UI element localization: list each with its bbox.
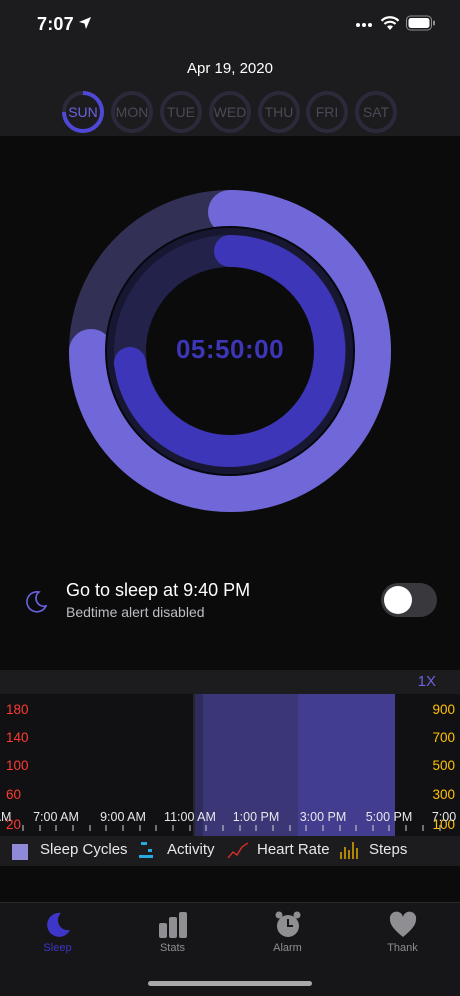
bedtime-subtitle: Bedtime alert disabled (66, 604, 205, 620)
steps-swatch-icon (340, 842, 358, 859)
battery-icon (406, 15, 435, 31)
bar-chart-icon (158, 912, 187, 938)
left-axis-tick: 140 (6, 730, 29, 745)
chart-legend: Sleep Cycles Activity Heart Rate Steps (0, 836, 460, 866)
tab-label: Sleep (43, 942, 72, 954)
day-wed[interactable]: WED (209, 91, 251, 133)
x-axis-tick: 9:00 AM (100, 810, 146, 824)
moon-icon (26, 590, 48, 613)
cellular-signal-icon (356, 23, 372, 27)
sleep-cycles-swatch-icon (12, 844, 28, 860)
day-selector-panel: Apr 19, 2020 SUN MON TUE WED THU FRI SAT (0, 52, 460, 136)
alarm-clock-icon (275, 911, 300, 937)
right-axis-tick: 300 (432, 787, 455, 802)
location-arrow-icon (79, 17, 91, 29)
home-indicator[interactable] (148, 981, 312, 986)
left-axis-tick: 100 (6, 758, 29, 773)
day-mon[interactable]: MON (111, 91, 153, 133)
left-axis-tick: 60 (6, 787, 21, 802)
bedtime-title: Go to sleep at 9:40 PM (66, 580, 251, 600)
right-axis-tick: 900 (432, 702, 455, 717)
heart-icon (389, 911, 416, 937)
spacer (0, 866, 460, 902)
day-fri[interactable]: FRI (306, 91, 348, 133)
tab-thank[interactable]: Thank (345, 911, 460, 971)
day-label: FRI (315, 104, 339, 120)
tab-sleep[interactable]: Sleep (0, 911, 115, 971)
right-axis-tick: 700 (432, 730, 455, 745)
activity-chart-panel: 1X 180 140 100 60 20 900 700 500 300 100… (0, 670, 460, 866)
left-axis-tick: 180 (6, 702, 29, 717)
x-axis-tick: 1:00 PM (233, 810, 280, 824)
moon-icon (46, 912, 70, 937)
bedtime-alert-toggle[interactable] (381, 583, 437, 617)
day-thu[interactable]: THU (258, 91, 300, 133)
day-sat[interactable]: SAT (355, 91, 397, 133)
x-axis-edge-label: AM (0, 810, 11, 824)
day-label: THU (264, 104, 294, 120)
bedtime-alert-row: Go to sleep at 9:40 PM Bedtime alert dis… (0, 566, 460, 670)
tab-label: Alarm (273, 942, 302, 954)
legend-steps: Steps (369, 841, 408, 858)
status-time: 7:07 (37, 14, 74, 34)
tab-label: Stats (159, 942, 186, 954)
sleep-ring-area: 05:50:00 (0, 136, 460, 566)
right-axis-tick: 500 (432, 758, 455, 773)
day-tue[interactable]: TUE (160, 91, 202, 133)
status-bar: 7:07 (0, 0, 460, 52)
toggle-knob (384, 586, 412, 614)
sleep-duration: 05:50:00 (175, 334, 285, 364)
tab-stats[interactable]: Stats (115, 911, 230, 971)
date-label: Apr 19, 2020 (187, 60, 273, 77)
chart-svg: 180 140 100 60 20 900 700 500 300 100 AM… (0, 694, 456, 836)
wifi-icon (380, 16, 400, 30)
tab-alarm[interactable]: Alarm (230, 911, 345, 971)
day-sun[interactable]: SUN (62, 91, 104, 133)
x-axis-tick: 11:00 AM (164, 810, 216, 824)
heart-rate-swatch-icon (227, 842, 249, 859)
tab-label: Thank (387, 942, 418, 954)
day-label: TUE (167, 104, 195, 120)
x-axis-tick: 7:00 AM (33, 810, 79, 824)
activity-swatch-icon (139, 842, 153, 858)
day-label: MON (115, 104, 149, 120)
day-label: WED (213, 104, 247, 120)
legend-sleep-cycles: Sleep Cycles (40, 841, 128, 858)
x-axis-tick: 7:00 (432, 810, 456, 824)
legend-heart-rate: Heart Rate (257, 841, 330, 858)
chart-plot[interactable]: 180 140 100 60 20 900 700 500 300 100 AM… (0, 694, 460, 836)
zoom-level[interactable]: 1X (418, 673, 436, 690)
day-progress-ring (62, 91, 104, 133)
x-axis-tick: 3:00 PM (300, 810, 347, 824)
legend-activity: Activity (167, 841, 215, 858)
x-axis-tick: 5:00 PM (366, 810, 413, 824)
day-label: SAT (362, 104, 390, 120)
